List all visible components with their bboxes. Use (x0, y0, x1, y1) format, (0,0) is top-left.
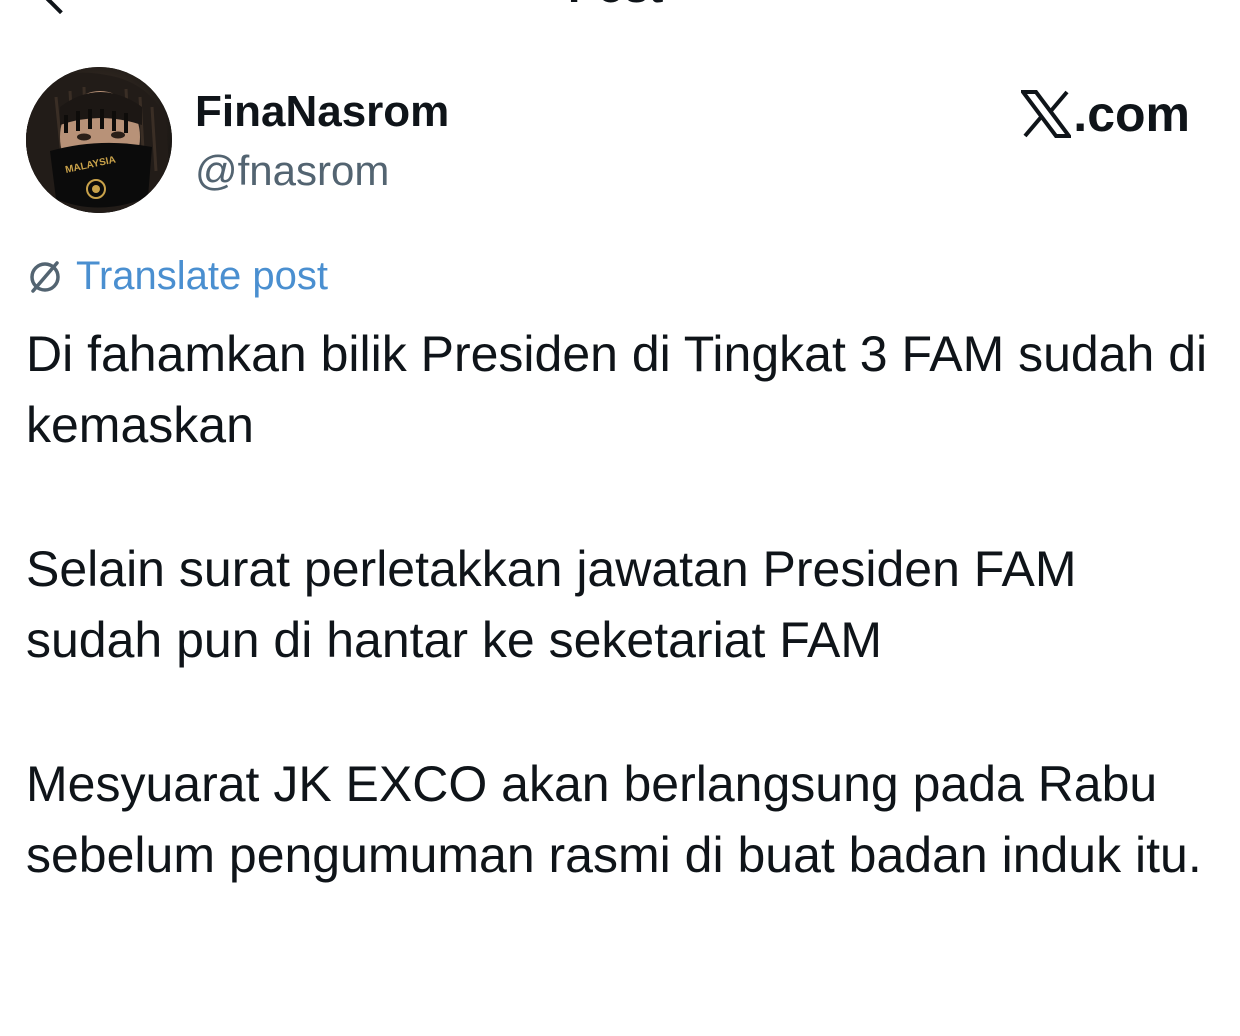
post-paragraph: Mesyuarat JK EXCO akan berlangsung pada … (26, 756, 1202, 883)
header-title: Post (568, 0, 663, 10)
author-handle[interactable]: @fnasrom (195, 146, 389, 196)
post-text: Di fahamkan bilik Presiden di Tingkat 3 … (26, 319, 1216, 891)
brand-text: .com (1073, 86, 1190, 142)
back-arrow-icon[interactable] (45, 0, 75, 14)
post-paragraph: Selain surat perletakkan jawatan Preside… (26, 541, 1077, 668)
author-display-name[interactable]: FinaNasrom (195, 86, 449, 138)
translate-post-link[interactable]: Translate post (26, 251, 328, 301)
brand-watermark: .com (1021, 86, 1190, 142)
translate-post-label: Translate post (76, 254, 328, 298)
x-logo-icon (1021, 90, 1072, 138)
top-bar: Post (0, 0, 1240, 14)
avatar-image: MALAYSIA (26, 67, 172, 213)
post-paragraph: Di fahamkan bilik Presiden di Tingkat 3 … (26, 326, 1208, 453)
avatar[interactable]: MALAYSIA (26, 67, 172, 213)
globe-slash-icon (30, 261, 60, 293)
